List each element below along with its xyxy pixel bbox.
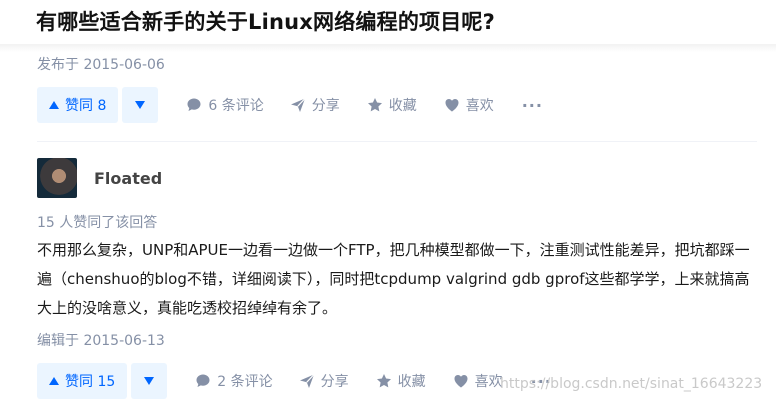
favorite-label: 收藏 [397, 374, 426, 390]
star-icon [367, 98, 382, 112]
comments-button[interactable]: 2 条评论 [195, 371, 273, 391]
upvote-icon [49, 377, 59, 385]
downvote-button[interactable] [122, 87, 159, 123]
like-label: 喜欢 [465, 98, 494, 114]
share-label: 分享 [320, 374, 349, 390]
upvote-button[interactable]: 赞同 15 [37, 363, 128, 399]
upvote-label: 赞同 15 [65, 374, 116, 390]
favorite-button[interactable]: 收藏 [367, 95, 417, 115]
upvote-icon [49, 101, 59, 109]
like-button[interactable]: 喜欢 [453, 371, 503, 391]
heart-icon [445, 99, 459, 112]
star-icon [376, 374, 391, 388]
upvote-count-text: 15 人赞同了该回答 [37, 215, 158, 231]
share-icon [299, 374, 315, 388]
edit-date: 编辑于 2015-06-13 [37, 333, 165, 349]
heart-icon [454, 375, 468, 388]
share-button[interactable]: 分享 [299, 371, 349, 391]
downvote-icon [135, 101, 146, 109]
like-label: 喜欢 [474, 374, 503, 390]
upvote-label: 赞同 8 [65, 98, 107, 114]
author-name[interactable]: Floated [94, 169, 162, 188]
comment-icon [187, 98, 201, 111]
header-shadow [0, 44, 776, 52]
answer-content: 不用那么复杂，UNP和APUE一边看一边做一个FTP，把几种模型都做一下，注重测… [37, 241, 750, 317]
comments-label: 6 条评论 [208, 98, 264, 114]
share-label: 分享 [311, 98, 340, 114]
downvote-button[interactable] [131, 363, 168, 399]
comments-label: 2 条评论 [217, 374, 273, 390]
upvote-button[interactable]: 赞同 8 [37, 87, 119, 123]
avatar[interactable] [37, 158, 77, 198]
favorite-label: 收藏 [388, 98, 417, 114]
publish-date: 发布于 2015-06-06 [37, 57, 165, 73]
question-title[interactable]: 有哪些适合新手的关于Linux网络编程的项目呢? [36, 6, 495, 36]
section-divider [37, 141, 757, 142]
downvote-icon [144, 377, 155, 385]
watermark: https://blog.csdn.net/sinat_16643223 [500, 376, 763, 392]
like-button[interactable]: 喜欢 [444, 95, 494, 115]
comments-button[interactable]: 6 条评论 [186, 95, 264, 115]
more-options-button[interactable]: ··· [522, 96, 543, 115]
comment-icon [196, 374, 210, 387]
share-icon [290, 98, 306, 112]
favorite-button[interactable]: 收藏 [376, 371, 426, 391]
post-action-bar: 赞同 8 6 条评论 分享 收藏 喜欢 ··· [37, 86, 757, 124]
share-button[interactable]: 分享 [290, 95, 340, 115]
